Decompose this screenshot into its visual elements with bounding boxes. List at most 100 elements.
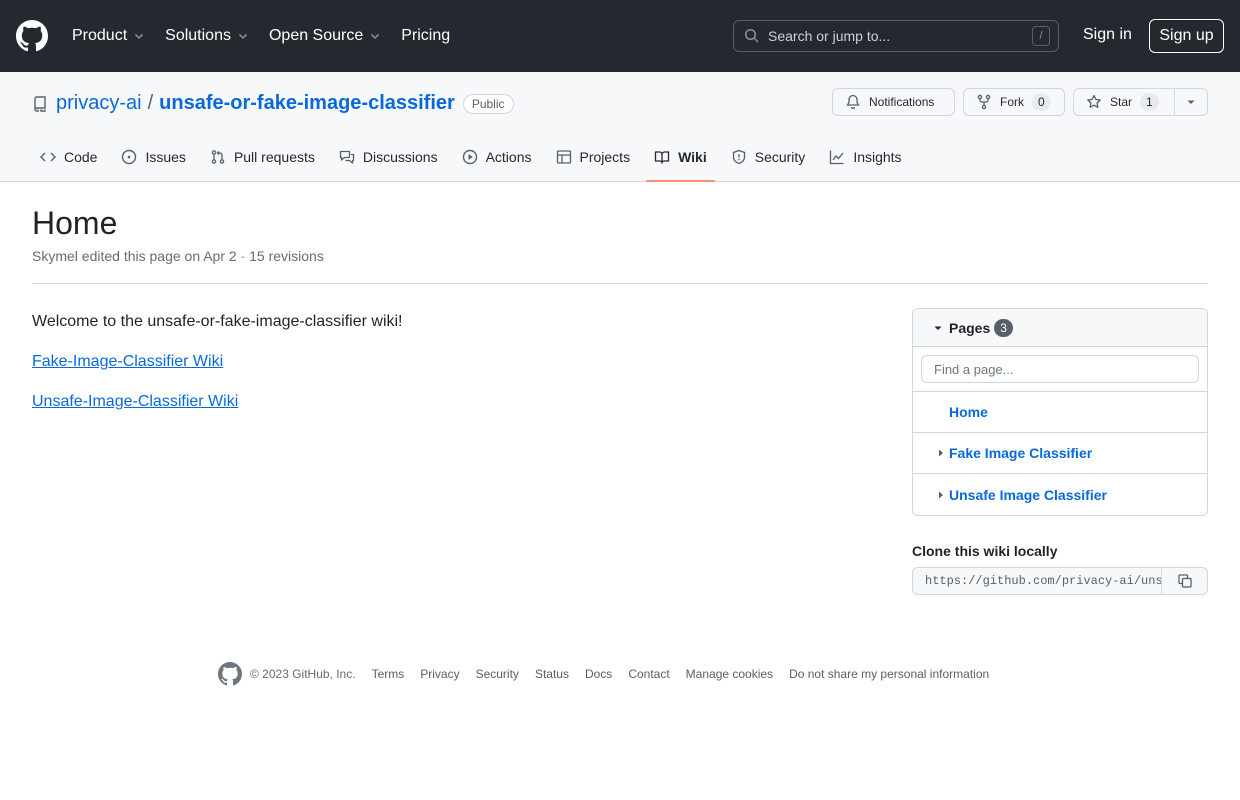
github-logo-icon[interactable] <box>218 662 242 686</box>
fork-count: 0 <box>1032 93 1051 111</box>
triangle-down-icon <box>1186 97 1196 107</box>
discussion-icon <box>339 149 355 165</box>
page-item-fake-image-classifier[interactable]: Fake Image Classifier <box>913 433 1207 474</box>
star-dropdown-button[interactable] <box>1175 88 1208 116</box>
pages-filter <box>913 347 1207 392</box>
repo-tabs: Code Issues Pull requests Discussions Ac… <box>32 133 918 182</box>
nav-product[interactable]: Product <box>72 27 145 45</box>
repo-path-separator: / <box>147 92 154 114</box>
search-icon <box>744 28 760 44</box>
triangle-down-icon <box>933 323 943 333</box>
fork-button[interactable]: Fork 0 <box>963 88 1065 116</box>
nav-pricing-label: Pricing <box>401 27 451 44</box>
pages-label: Pages <box>949 319 991 336</box>
chevron-down-icon <box>369 30 381 42</box>
fork-icon <box>976 94 992 110</box>
book-icon <box>654 149 670 165</box>
tab-pull-requests[interactable]: Pull requests <box>202 133 323 181</box>
fake-image-classifier-wiki-link[interactable]: Fake-Image-Classifier Wiki <box>32 353 223 370</box>
footer-link-manage-cookies[interactable]: Manage cookies <box>686 667 773 681</box>
footer-link-docs[interactable]: Docs <box>585 667 612 681</box>
search-placeholder: Search or jump to... <box>768 28 891 44</box>
footer-link-privacy[interactable]: Privacy <box>420 667 459 681</box>
clone-wiki-label: Clone this wiki locally <box>912 543 1058 559</box>
star-button[interactable]: Star 1 <box>1073 88 1175 116</box>
wiki-body: Welcome to the unsafe-or-fake-image-clas… <box>32 310 403 430</box>
bell-icon <box>845 94 861 110</box>
tab-security[interactable]: Security <box>723 133 814 181</box>
tab-code-label: Code <box>64 149 98 165</box>
notifications-button[interactable]: Notifications <box>832 88 955 116</box>
sign-in-link[interactable]: Sign in <box>1083 26 1132 44</box>
footer-link-contact[interactable]: Contact <box>628 667 669 681</box>
wiki-intro-text: Welcome to the unsafe-or-fake-image-clas… <box>32 313 403 330</box>
chevron-down-icon <box>133 30 145 42</box>
page-item-home[interactable]: Home <box>913 392 1207 433</box>
repo-header: privacy-ai / unsafe-or-fake-image-classi… <box>0 72 1240 182</box>
sign-up-button[interactable]: Sign up <box>1149 19 1224 53</box>
tab-insights-label: Insights <box>853 149 902 165</box>
play-icon <box>462 149 478 165</box>
footer-link-status[interactable]: Status <box>535 667 569 681</box>
content-divider <box>32 283 1208 284</box>
unsafe-image-classifier-wiki-link[interactable]: Unsafe-Image-Classifier Wiki <box>32 393 238 410</box>
triangle-right-icon[interactable] <box>933 448 949 458</box>
tab-projects[interactable]: Projects <box>548 133 639 181</box>
code-icon <box>40 149 56 165</box>
tab-actions[interactable]: Actions <box>454 133 540 181</box>
page-title: Home <box>32 205 118 241</box>
tab-issues-label: Issues <box>145 149 186 165</box>
star-icon <box>1086 94 1102 110</box>
tab-discussions[interactable]: Discussions <box>331 133 446 181</box>
repo-name-link[interactable]: unsafe-or-fake-image-classifier <box>159 92 455 115</box>
fork-label: Fork <box>1000 95 1024 109</box>
page-item-label: Unsafe Image Classifier <box>949 486 1107 503</box>
pages-panel: Pages 3 Home Fake Image Classifier Unsaf… <box>912 308 1208 516</box>
github-logo-icon[interactable] <box>16 20 48 52</box>
page-item-unsafe-image-classifier[interactable]: Unsafe Image Classifier <box>913 474 1207 515</box>
nav-product-label: Product <box>72 27 128 44</box>
clone-url-group: https://github.com/privacy-ai/unsafe-or-… <box>912 567 1208 595</box>
issue-icon <box>121 149 137 165</box>
visibility-badge: Public <box>462 93 514 114</box>
nav-open-source[interactable]: Open Source <box>269 27 381 45</box>
tab-pull-requests-label: Pull requests <box>233 149 315 165</box>
page-item-label: Fake Image Classifier <box>949 445 1093 461</box>
copy-icon <box>1177 573 1193 589</box>
tab-insights[interactable]: Insights <box>821 133 909 181</box>
search-shortcut-key: / <box>1032 26 1050 46</box>
shield-icon <box>731 149 747 165</box>
footer-link-do-not-share[interactable]: Do not share my personal information <box>789 667 989 681</box>
pages-count-badge: 3 <box>994 318 1013 337</box>
pull-request-icon <box>210 149 226 165</box>
find-page-input[interactable] <box>921 355 1199 383</box>
tab-wiki[interactable]: Wiki <box>646 133 715 182</box>
triangle-right-icon[interactable] <box>933 490 949 500</box>
pages-toggle[interactable]: Pages 3 <box>913 309 1207 347</box>
tab-issues[interactable]: Issues <box>113 133 193 181</box>
tab-projects-label: Projects <box>579 149 631 165</box>
search-input[interactable]: Search or jump to... / <box>733 20 1059 52</box>
repo-actions: Notifications Fork 0 Star 1 <box>832 88 1208 116</box>
nav-solutions[interactable]: Solutions <box>165 27 249 45</box>
global-nav: Product Solutions Open Source Pricing <box>72 27 470 45</box>
footer-link-security[interactable]: Security <box>476 667 519 681</box>
footer: © 2023 GitHub, Inc. Terms Privacy Securi… <box>218 662 1005 686</box>
star-count: 1 <box>1140 93 1159 111</box>
page-edit-meta: Skymel edited this page on Apr 2 · 15 re… <box>32 248 324 264</box>
page-item-label: Home <box>949 404 988 420</box>
nav-solutions-label: Solutions <box>165 27 231 44</box>
chevron-down-icon <box>237 30 249 42</box>
wiki-sidebar: Pages 3 Home Fake Image Classifier Unsaf… <box>912 308 1208 595</box>
notifications-label: Notifications <box>869 95 935 109</box>
star-button-group: Star 1 <box>1073 88 1208 116</box>
nav-pricing[interactable]: Pricing <box>401 27 450 45</box>
footer-link-terms[interactable]: Terms <box>372 667 405 681</box>
repo-owner-link[interactable]: privacy-ai <box>56 92 142 115</box>
tab-wiki-label: Wiki <box>678 149 707 165</box>
repo-icon <box>32 95 48 112</box>
nav-open-source-label: Open Source <box>268 27 364 44</box>
copy-button[interactable] <box>1162 567 1208 595</box>
tab-code[interactable]: Code <box>32 133 105 181</box>
clone-url-field[interactable]: https://github.com/privacy-ai/unsafe-or-… <box>912 567 1162 595</box>
